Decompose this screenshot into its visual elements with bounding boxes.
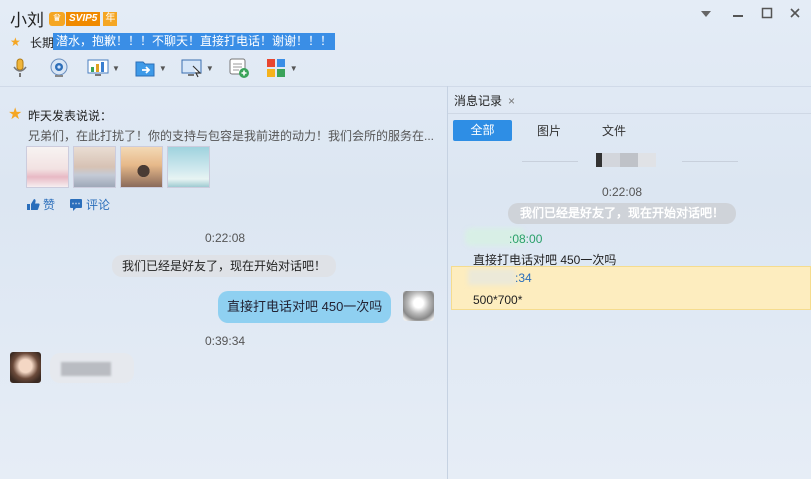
camera-icon [47, 56, 71, 80]
feed-actions: 赞 评论 [26, 196, 110, 213]
send-file-icon [133, 56, 157, 80]
screen-share-icon [86, 56, 110, 80]
filter-all[interactable]: 全部 [453, 120, 512, 141]
tab-message-history[interactable]: 消息记录 × [454, 88, 515, 114]
feed-title: 昨天发表说说： [28, 109, 113, 123]
remote-desktop-icon [180, 56, 204, 80]
vip-badge[interactable]: ♛ SVIP5 年 [49, 11, 118, 26]
signature-text[interactable]: 潜水，抱歉！！！不聊天！直接打电话！谢谢！！！ [53, 33, 336, 50]
chat-timestamp: 0:39:34 [205, 334, 246, 348]
like-label: 赞 [43, 198, 56, 212]
video-call-button[interactable] [47, 56, 71, 80]
star-icon: ★ [8, 106, 23, 123]
blurred-sender [468, 269, 516, 285]
voice-call-button[interactable] [8, 56, 32, 80]
toolbar: ▼ ▼ ▼ ▼ [8, 54, 305, 82]
signature-label: 长期 [30, 36, 55, 50]
star-icon: ★ [10, 35, 21, 49]
close-icon[interactable] [786, 6, 804, 24]
history-entry-time: :34 [515, 271, 532, 285]
tab-divider [448, 113, 811, 114]
feed-image[interactable] [120, 146, 163, 188]
thumbs-up-icon [27, 199, 40, 210]
history-entry-message[interactable]: 500*700* [473, 293, 522, 307]
panel-divider[interactable] [447, 86, 448, 479]
feed-thumbnails [26, 146, 210, 188]
chevron-down-icon[interactable]: ▼ [206, 64, 214, 73]
vip-level: SVIP5 [66, 11, 101, 26]
contact-avatar[interactable] [10, 352, 41, 383]
feed-image[interactable] [26, 146, 69, 188]
tab-label: 消息记录 [454, 94, 503, 108]
chat-timestamp: 0:22:08 [205, 231, 246, 245]
sent-message-bubble[interactable]: 直接打电话对吧 450一次吗 [218, 291, 392, 323]
minimize-icon[interactable] [729, 6, 747, 24]
apps-button[interactable]: ▼ [264, 56, 298, 80]
maximize-icon[interactable] [758, 6, 776, 24]
screen-share-button[interactable]: ▼ [86, 56, 120, 80]
blurred-content [61, 362, 111, 376]
redacted-date [596, 153, 656, 167]
comment-button[interactable]: 评论 [69, 196, 110, 213]
history-entry-time: :08:00 [509, 232, 543, 246]
header-divider [0, 86, 811, 87]
send-file-button[interactable]: ▼ [133, 56, 167, 80]
remote-desktop-button[interactable]: ▼ [180, 56, 214, 80]
my-avatar[interactable] [403, 291, 434, 321]
filter-files[interactable]: 文件 [602, 121, 626, 141]
crown-icon: ♛ [49, 11, 65, 26]
date-separator-line [522, 161, 578, 162]
system-message: 我们已经是好友了，现在开始对话吧！ [112, 255, 337, 277]
date-separator-line [682, 161, 738, 162]
feed-image[interactable] [73, 146, 116, 188]
chevron-down-icon[interactable]: ▼ [112, 64, 120, 73]
microphone-icon [8, 56, 32, 80]
like-button[interactable]: 赞 [26, 196, 55, 213]
contact-name[interactable]: 小刘 [10, 6, 44, 31]
close-icon[interactable]: × [508, 88, 515, 114]
vip-year-badge: 年 [103, 11, 118, 26]
comment-icon [70, 199, 83, 211]
chevron-down-icon[interactable]: ▼ [159, 64, 167, 73]
history-system-message: 我们已经是好友了，现在开始对话吧！ [508, 203, 737, 224]
apps-icon [264, 56, 288, 80]
feed-text[interactable]: 兄弟们，在此打扰了！你的支持与包容是我前进的动力！我们会所的服务在... [28, 127, 440, 144]
history-timestamp: 0:22:08 [602, 185, 643, 199]
chevron-down-icon[interactable] [697, 6, 715, 24]
new-discussion-button[interactable] [227, 56, 251, 80]
received-message-bubble[interactable] [50, 353, 134, 383]
filter-images[interactable]: 图片 [537, 121, 561, 141]
new-chat-icon [227, 56, 251, 80]
chevron-down-icon[interactable]: ▼ [290, 64, 298, 73]
feed-image[interactable] [167, 146, 210, 188]
comment-label: 评论 [86, 198, 111, 212]
